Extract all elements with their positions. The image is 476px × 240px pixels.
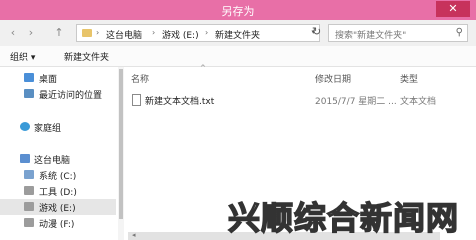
title-bar: 另存为 ✕ — [0, 0, 476, 20]
organize-menu[interactable]: 组织 ▾ — [10, 50, 35, 63]
column-header-name[interactable]: 名称 — [131, 72, 149, 85]
search-icon[interactable]: ⚲ — [456, 27, 463, 38]
sidebar-item-label: 工具 (D:) — [39, 188, 77, 198]
breadcrumb-separator: › — [96, 28, 100, 37]
sidebar-item-drive-c[interactable]: 系统 (C:) — [0, 167, 116, 183]
drive-icon — [24, 202, 34, 211]
sidebar-item-recent[interactable]: 最近访问的位置 — [0, 86, 116, 102]
sidebar-item-homegroup[interactable]: 家庭组 — [0, 119, 116, 135]
breadcrumb-drive-e[interactable]: 游戏 (E:) — [162, 28, 199, 41]
sidebar-item-label: 最近访问的位置 — [39, 91, 103, 101]
forward-button[interactable]: › — [24, 26, 38, 40]
up-button[interactable]: ↑ — [52, 26, 66, 40]
back-button[interactable]: ‹ — [6, 26, 20, 40]
text-file-icon — [132, 94, 141, 106]
refresh-icon[interactable]: ↻ — [312, 25, 321, 38]
recent-places-icon — [24, 89, 34, 98]
folder-icon — [82, 29, 92, 37]
sidebar-item-drive-d[interactable]: 工具 (D:) — [0, 183, 116, 199]
sort-indicator-icon: ^ — [200, 64, 206, 72]
file-name: 新建文本文档.txt — [145, 97, 215, 107]
new-folder-button[interactable]: 新建文件夹 — [64, 50, 109, 63]
watermark-text: 兴顺综合新闻网 — [227, 198, 460, 238]
toolbar: 组织 ▾ 新建文件夹 — [0, 46, 476, 67]
drive-icon — [24, 170, 34, 179]
search-input[interactable]: 搜索"新建文件夹" ⚲ — [328, 24, 468, 42]
sidebar-item-label: 这台电脑 — [34, 156, 71, 166]
scroll-left-icon[interactable]: ◂ — [132, 231, 136, 239]
computer-icon — [20, 154, 30, 163]
file-modified: 2015/7/7 星期二 ... — [315, 97, 397, 107]
breadcrumb-separator: › — [152, 28, 156, 37]
address-bar[interactable]: › 这台电脑 › 游戏 (E:) › 新建文件夹 ▾ — [76, 24, 320, 42]
column-header-type[interactable]: 类型 — [400, 72, 418, 85]
breadcrumb-new-folder[interactable]: 新建文件夹 — [215, 28, 260, 41]
sidebar-item-desktop[interactable]: 桌面 — [0, 70, 116, 86]
drive-icon — [24, 186, 34, 195]
desktop-icon — [24, 73, 34, 82]
window-title: 另存为 — [221, 5, 255, 18]
drive-icon — [24, 218, 34, 227]
breadcrumb-this-pc[interactable]: 这台电脑 — [106, 28, 142, 41]
close-button[interactable]: ✕ — [436, 1, 470, 17]
sidebar-item-label: 系统 (C:) — [39, 172, 77, 182]
sidebar-item-drive-f[interactable]: 动漫 (F:) — [0, 215, 116, 231]
search-placeholder: 搜索"新建文件夹" — [335, 31, 407, 41]
file-type: 文本文档 — [400, 97, 437, 107]
address-row: ‹ › ↑ › 这台电脑 › 游戏 (E:) › 新建文件夹 ▾ ↻ 搜索"新建… — [0, 20, 476, 46]
sidebar-item-this-pc[interactable]: 这台电脑 — [0, 151, 116, 167]
homegroup-icon — [20, 122, 30, 131]
column-header-modified[interactable]: 修改日期 — [315, 72, 351, 85]
scrollbar-thumb[interactable] — [119, 69, 123, 219]
sidebar-scrollbar[interactable] — [118, 67, 124, 240]
navigation-pane: 桌面 最近访问的位置 家庭组 这台电脑 系统 (C:) 工具 (D:) 游戏 (… — [0, 67, 118, 240]
sidebar-item-drive-e[interactable]: 游戏 (E:) — [0, 199, 116, 215]
file-row[interactable]: 新建文本文档.txt 2015/7/7 星期二 ... 文本文档 — [128, 93, 468, 109]
breadcrumb-separator: › — [205, 28, 209, 37]
sidebar-item-label: 游戏 (E:) — [39, 204, 76, 214]
sidebar-item-label: 家庭组 — [34, 124, 62, 134]
sidebar-item-label: 桌面 — [39, 75, 58, 85]
sidebar-item-label: 动漫 (F:) — [39, 220, 75, 230]
